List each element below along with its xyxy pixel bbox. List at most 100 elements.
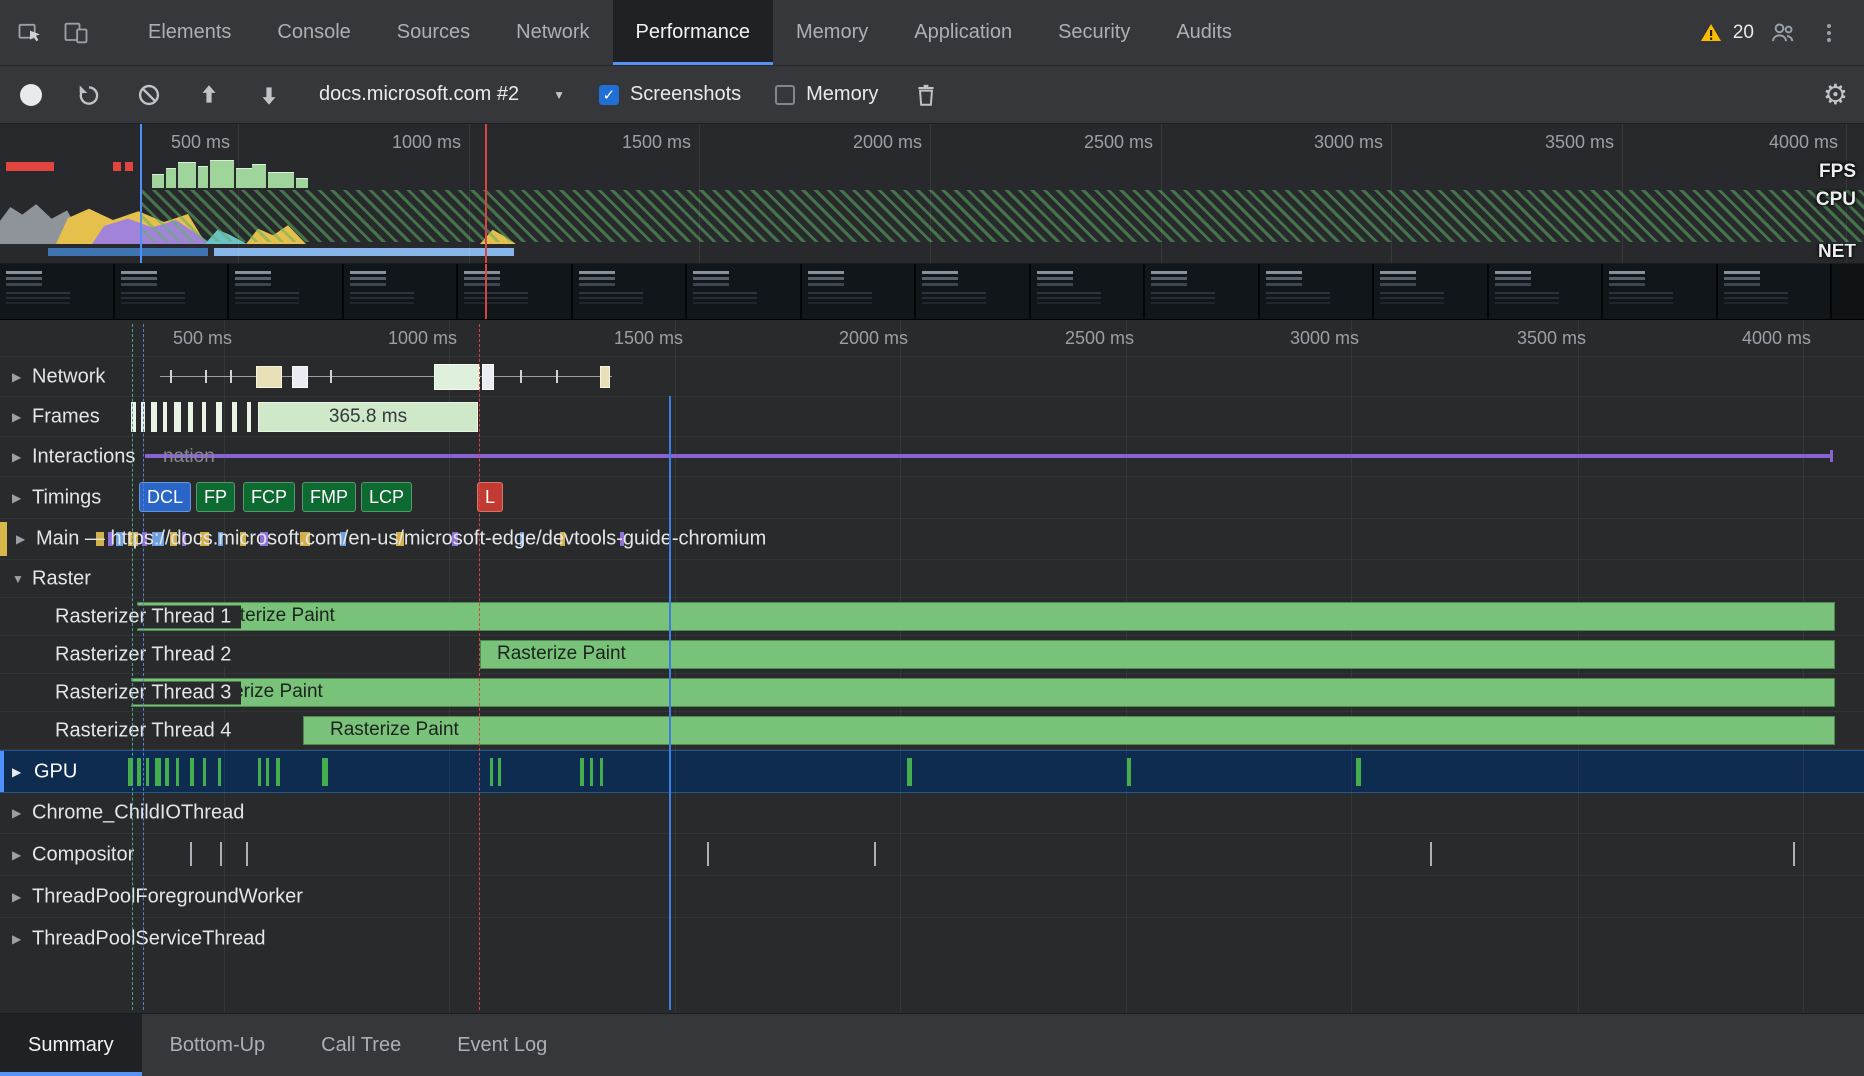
tab-console[interactable]: Console bbox=[254, 0, 373, 65]
track-threadpoolforegroundworker[interactable]: ▶ ThreadPoolForegroundWorker bbox=[0, 876, 1864, 918]
record-button[interactable] bbox=[20, 84, 42, 106]
screenshot-thumb[interactable] bbox=[687, 264, 802, 319]
timing-badge-fp[interactable]: FP bbox=[196, 482, 235, 512]
users-icon[interactable] bbox=[1763, 13, 1803, 53]
screenshot-thumb[interactable] bbox=[1489, 264, 1604, 319]
network-request-bar bbox=[292, 366, 308, 388]
track-threadpoolservicethread[interactable]: ▶ ThreadPoolServiceThread bbox=[0, 918, 1864, 960]
interactions-track-label: Interactions bbox=[32, 445, 145, 468]
network-request-bar bbox=[434, 364, 480, 390]
memory-checkbox-label[interactable]: Memory bbox=[806, 83, 878, 106]
inspect-element-icon[interactable] bbox=[10, 13, 50, 53]
chevron-right-icon[interactable]: ▶ bbox=[12, 848, 21, 862]
device-toolbar-icon[interactable] bbox=[56, 13, 96, 53]
tab-sources[interactable]: Sources bbox=[374, 0, 493, 65]
tab-audits[interactable]: Audits bbox=[1153, 0, 1255, 65]
timing-badge-dcl[interactable]: DCL bbox=[139, 482, 191, 512]
screenshot-thumb[interactable] bbox=[916, 264, 1031, 319]
panel-tabs: Elements Console Sources Network Perform… bbox=[125, 0, 1255, 65]
track-rasterizer-thread-4[interactable]: Rasterize Paint Rasterizer Thread 4 bbox=[0, 712, 1864, 750]
time-label: 500 ms bbox=[146, 132, 230, 153]
chevron-right-icon[interactable]: ▶ bbox=[12, 491, 21, 505]
track-rasterizer-thread-3[interactable]: Rasterize Paint Rasterizer Thread 3 bbox=[0, 674, 1864, 712]
timing-badge-l[interactable]: L bbox=[477, 482, 503, 512]
timings-track-label: Timings bbox=[32, 486, 111, 509]
screenshot-thumb[interactable] bbox=[1145, 264, 1260, 319]
screenshot-thumb[interactable] bbox=[458, 264, 573, 319]
timing-badge-lcp[interactable]: LCP bbox=[361, 482, 412, 512]
filmstrip-marker-line bbox=[485, 264, 487, 319]
tab-network[interactable]: Network bbox=[493, 0, 612, 65]
track-network[interactable]: ▶ Network bbox=[0, 357, 1864, 397]
time-label: 1500 ms bbox=[599, 328, 683, 349]
tab-performance[interactable]: Performance bbox=[613, 0, 774, 65]
chevron-right-icon[interactable]: ▶ bbox=[16, 532, 25, 546]
track-compositor[interactable]: ▶ Compositor bbox=[0, 834, 1864, 876]
screenshot-thumb[interactable] bbox=[1031, 264, 1146, 319]
network-request-bar bbox=[256, 366, 282, 388]
timing-badge-fmp[interactable]: FMP bbox=[302, 482, 356, 512]
chevron-down-icon[interactable]: ▼ bbox=[12, 572, 24, 586]
fps-green-bar bbox=[268, 172, 294, 188]
screenshot-thumb[interactable] bbox=[1603, 264, 1718, 319]
tab-application[interactable]: Application bbox=[891, 0, 1035, 65]
tab-security[interactable]: Security bbox=[1035, 0, 1153, 65]
more-options-icon[interactable] bbox=[1809, 13, 1849, 53]
screenshot-thumb[interactable] bbox=[0, 264, 115, 319]
chevron-right-icon[interactable]: ▶ bbox=[12, 806, 21, 820]
raster-canvas-3: Rasterize Paint bbox=[0, 712, 1864, 749]
screenshot-thumb[interactable] bbox=[229, 264, 344, 319]
rasterize-paint-bar[interactable]: Rasterize Paint bbox=[131, 678, 1835, 707]
chevron-right-icon[interactable]: ▶ bbox=[12, 410, 21, 424]
tab-bottom-up[interactable]: Bottom-Up bbox=[142, 1014, 294, 1076]
history-dropdown-label[interactable]: docs.microsoft.com #2 bbox=[319, 83, 519, 106]
screenshots-checkbox[interactable]: ✓ bbox=[599, 85, 619, 105]
tab-event-log[interactable]: Event Log bbox=[429, 1014, 575, 1076]
reload-and-record-icon[interactable] bbox=[75, 81, 103, 109]
screenshot-thumb[interactable] bbox=[802, 264, 917, 319]
clear-recording-icon[interactable] bbox=[135, 81, 163, 109]
warning-icon[interactable] bbox=[1696, 13, 1726, 53]
chevron-right-icon[interactable]: ▶ bbox=[12, 932, 21, 946]
track-interactions[interactable]: nation ▶ Interactions bbox=[0, 437, 1864, 477]
track-gpu[interactable]: ▶ GPU bbox=[0, 750, 1864, 793]
screenshot-thumb[interactable] bbox=[1260, 264, 1375, 319]
save-profile-icon[interactable] bbox=[255, 81, 283, 109]
tab-summary[interactable]: Summary bbox=[0, 1014, 142, 1076]
chevron-right-icon[interactable]: ▶ bbox=[12, 765, 21, 779]
rasterize-paint-bar[interactable]: Rasterize Paint bbox=[137, 602, 1835, 631]
track-timings[interactable]: DCLFP FCPFMPLCP L ▶ Timings bbox=[0, 477, 1864, 519]
chevron-right-icon[interactable]: ▶ bbox=[12, 370, 21, 384]
memory-checkbox[interactable] bbox=[775, 85, 795, 105]
overview-section[interactable]: 500 ms1000 ms1500 ms2000 ms2500 ms3000 m… bbox=[0, 124, 1864, 264]
net-lane-label: NET bbox=[1818, 244, 1856, 262]
chevron-down-icon[interactable]: ▼ bbox=[553, 88, 565, 102]
trash-icon[interactable] bbox=[912, 81, 940, 109]
settings-gear-icon[interactable]: ⚙ bbox=[1823, 78, 1848, 111]
track-rasterizer-thread-1[interactable]: Rasterize Paint Rasterizer Thread 1 bbox=[0, 598, 1864, 636]
timing-badge-fcp[interactable]: FCP bbox=[243, 482, 295, 512]
track-rasterizer-thread-2[interactable]: Rasterize Paint Rasterizer Thread 2 bbox=[0, 636, 1864, 674]
screenshots-checkbox-label[interactable]: Screenshots bbox=[630, 83, 741, 106]
screenshot-thumb[interactable] bbox=[1718, 264, 1833, 319]
track-raster[interactable]: ▼ Raster bbox=[0, 560, 1864, 598]
screenshot-thumb[interactable] bbox=[115, 264, 230, 319]
chevron-right-icon[interactable]: ▶ bbox=[12, 450, 21, 464]
track-main-thread[interactable]: ▶ Main — https://docs.microsoft.com/en-u… bbox=[0, 519, 1864, 560]
screenshot-thumb[interactable] bbox=[573, 264, 688, 319]
tab-elements[interactable]: Elements bbox=[125, 0, 254, 65]
load-profile-icon[interactable] bbox=[195, 81, 223, 109]
rasterize-paint-bar[interactable]: Rasterize Paint bbox=[303, 716, 1835, 745]
screenshot-thumb[interactable] bbox=[1374, 264, 1489, 319]
track-chrome-childiothread[interactable]: ▶ Chrome_ChildIOThread bbox=[0, 793, 1864, 834]
main-track-color-chip bbox=[0, 522, 7, 556]
gpu-track-label: GPU bbox=[34, 760, 77, 783]
chevron-right-icon[interactable]: ▶ bbox=[12, 890, 21, 904]
tab-memory[interactable]: Memory bbox=[773, 0, 891, 65]
track-frames[interactable]: 365.8 ms ▶ Frames bbox=[0, 397, 1864, 437]
frame-duration-bar[interactable]: 365.8 ms bbox=[258, 402, 478, 432]
tab-call-tree[interactable]: Call Tree bbox=[293, 1014, 429, 1076]
screenshot-thumb[interactable] bbox=[344, 264, 459, 319]
rasterize-paint-bar[interactable]: Rasterize Paint bbox=[480, 640, 1835, 669]
time-label: 3500 ms bbox=[1502, 328, 1586, 349]
